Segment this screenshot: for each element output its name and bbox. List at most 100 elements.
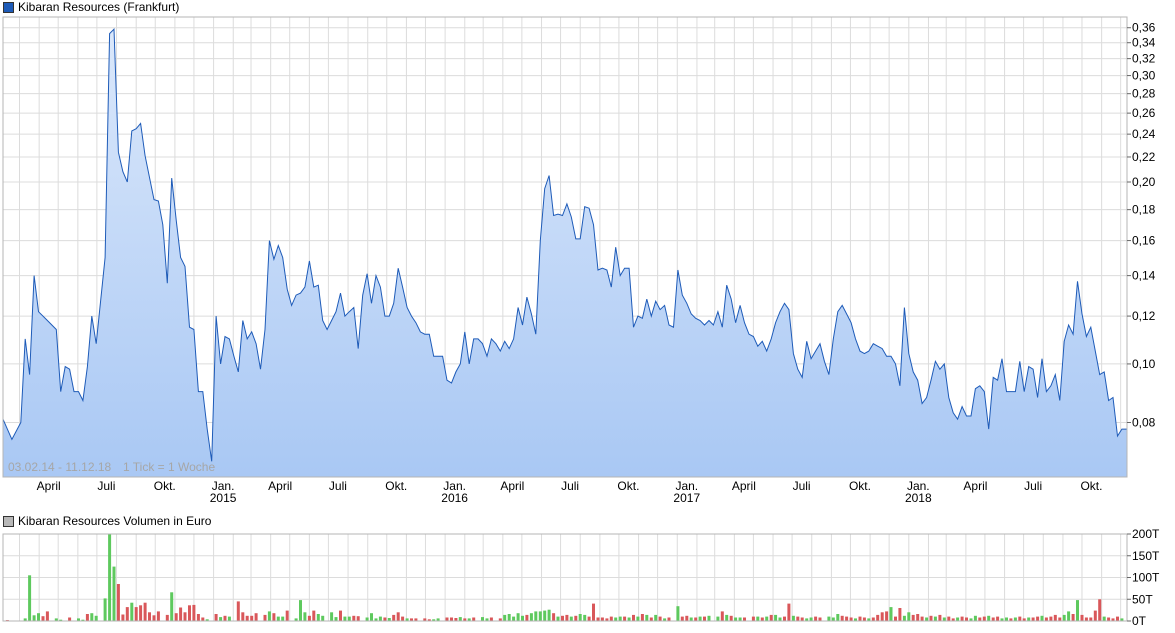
volume-bar <box>538 611 542 621</box>
volume-bar <box>587 616 591 621</box>
volume-bar <box>529 613 533 621</box>
volume-bar <box>902 615 906 621</box>
volume-bar <box>703 616 706 621</box>
price-x-tick-label: April <box>500 479 524 493</box>
volume-bar <box>1071 614 1075 621</box>
volume-bar <box>321 615 325 621</box>
volume-bar <box>525 614 529 621</box>
volume-bar <box>450 617 453 621</box>
volume-bar <box>1018 616 1022 621</box>
volume-bar <box>183 612 187 621</box>
volume-bar <box>28 575 32 621</box>
volume-bar <box>347 616 351 621</box>
price-y-tick-label: 0,34 <box>1132 36 1156 50</box>
price-y-tick-label: 0,28 <box>1132 87 1156 101</box>
volume-bar <box>543 610 547 621</box>
volume-bar <box>894 616 897 621</box>
volume-bar <box>1089 617 1093 621</box>
volume-bar <box>925 617 929 621</box>
volume-bar <box>783 616 786 621</box>
volume-bar <box>1080 614 1084 621</box>
volume-y-tick-label: 0T <box>1132 614 1147 628</box>
volume-bar <box>751 616 755 621</box>
price-y-tick-label: 0,20 <box>1132 175 1156 189</box>
volume-bar <box>68 617 72 621</box>
volume-bar <box>272 613 276 621</box>
volume-bar <box>996 616 1000 621</box>
volume-bar <box>472 617 476 621</box>
volume-bar <box>645 614 649 621</box>
volume-bar <box>916 614 920 621</box>
price-y-tick-label: 0,18 <box>1132 203 1156 217</box>
volume-bar <box>840 615 844 621</box>
volume-bar <box>152 615 156 621</box>
volume-bar <box>809 617 813 621</box>
volume-bar <box>1076 600 1079 621</box>
volume-bar <box>827 616 831 621</box>
volume-bar <box>982 616 986 621</box>
price-x-tick-label: Okt. <box>385 479 407 493</box>
price-x-tick-label: Okt. <box>1080 479 1102 493</box>
volume-bar <box>214 614 218 621</box>
volume-bar <box>1107 617 1111 621</box>
volume-bar <box>942 617 946 621</box>
volume-bar <box>1040 615 1044 621</box>
volume-bar <box>871 617 875 621</box>
volume-bar <box>760 617 764 621</box>
price-x-year-label: 2016 <box>441 491 468 505</box>
volume-bar <box>991 617 995 621</box>
volume-bar <box>143 602 147 621</box>
volume-bar <box>973 615 977 621</box>
volume-bar <box>716 616 720 621</box>
volume-bar <box>1036 616 1040 621</box>
volume-bar <box>561 615 564 621</box>
volume-bar <box>627 617 631 621</box>
price-x-tick-label: Juli <box>97 479 115 493</box>
volume-bar <box>694 617 698 621</box>
volume-bar <box>94 615 98 621</box>
volume-bar <box>552 613 556 621</box>
volume-bar <box>818 617 822 621</box>
volume-bar <box>85 614 89 621</box>
volume-bar <box>933 616 937 621</box>
volume-bar <box>729 615 733 621</box>
volume-bar <box>965 617 968 621</box>
volume-bar <box>396 612 400 621</box>
volume-bar <box>1005 617 1008 621</box>
volume-bar <box>889 607 893 621</box>
volume-bar <box>578 614 582 621</box>
volume-bar <box>640 614 644 621</box>
price-x-tick-label: Okt. <box>154 479 176 493</box>
volume-bar <box>534 611 538 621</box>
volume-bar <box>1027 617 1031 621</box>
price-y-tick-label: 0,24 <box>1132 127 1156 141</box>
price-y-tick-label: 0,32 <box>1132 52 1156 66</box>
volume-bar <box>547 609 551 621</box>
volume-bar <box>370 613 373 621</box>
volume-bar <box>378 616 382 621</box>
volume-bar <box>263 614 267 621</box>
price-x-tick-label: Juli <box>1024 479 1042 493</box>
volume-bar <box>911 614 915 621</box>
volume-bar <box>929 615 933 621</box>
volume-bar <box>632 614 635 621</box>
volume-bar <box>352 615 356 621</box>
volume-bar <box>90 613 94 621</box>
volume-bar <box>116 584 120 621</box>
volume-bar <box>756 616 760 621</box>
volume-bar <box>285 610 289 621</box>
volume-bar <box>179 607 183 621</box>
volume-bar <box>698 616 702 621</box>
price-x-tick-label: Juli <box>561 479 579 493</box>
tick-note: 1 Tick = 1 Woche <box>123 460 215 474</box>
price-y-tick-label: 0,08 <box>1132 415 1156 429</box>
volume-bar <box>45 611 49 621</box>
volume-bar <box>858 616 862 621</box>
volume-bar <box>938 614 942 621</box>
volume-bar <box>521 615 524 621</box>
volume-bar <box>800 617 804 621</box>
volume-bar <box>307 615 311 621</box>
volume-bar <box>37 613 40 621</box>
volume-bar <box>685 615 689 621</box>
volume-bar <box>734 617 738 621</box>
